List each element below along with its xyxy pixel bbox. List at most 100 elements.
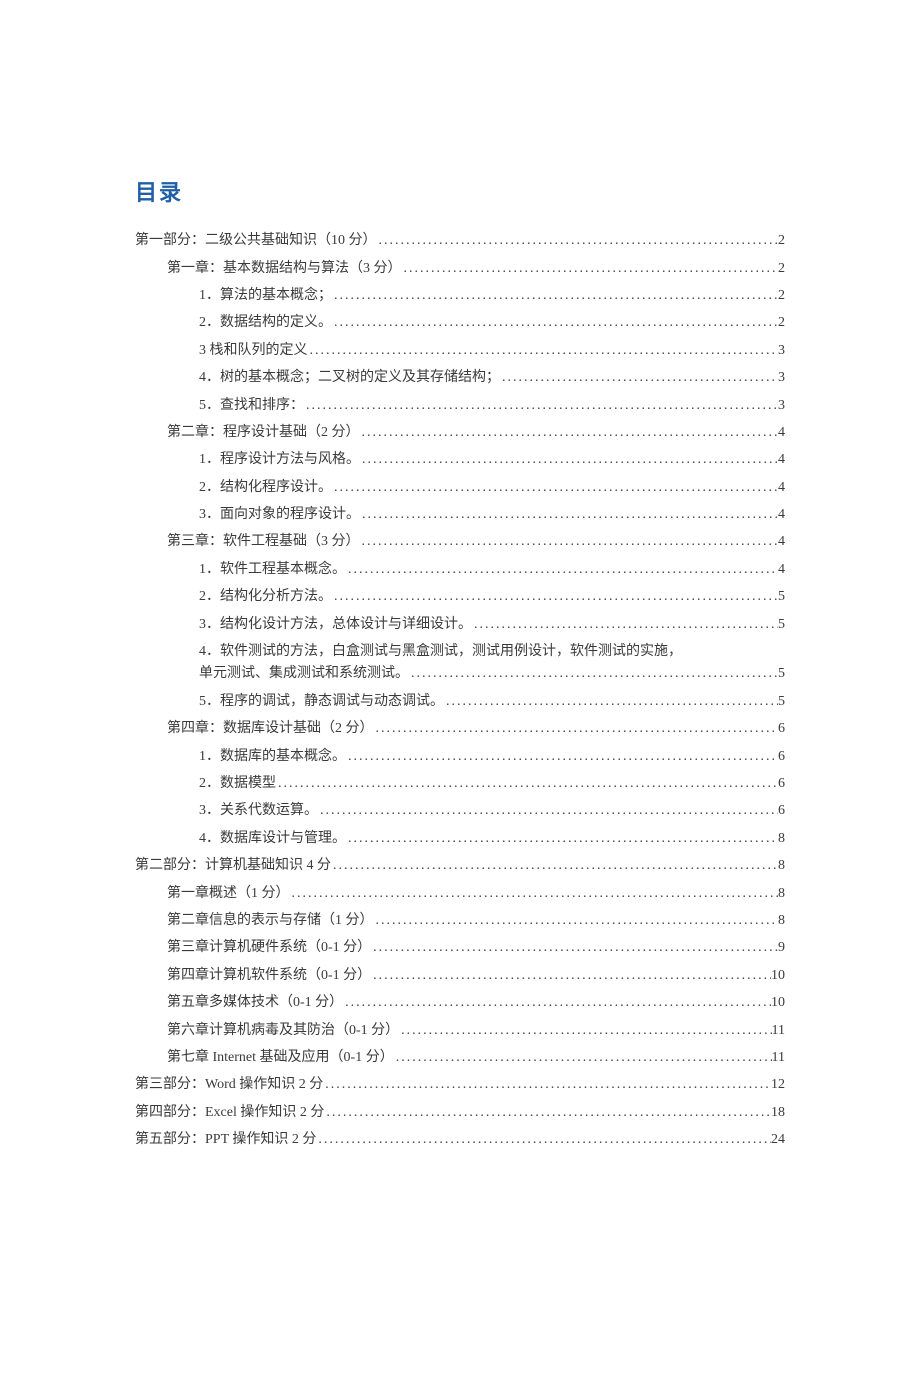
toc-entry: 2．结构化程序设计。4 bbox=[135, 477, 785, 499]
toc-entry: 第三部分：Word 操作知识 2 分12 bbox=[135, 1074, 785, 1096]
toc-entry: 3．关系代数运算。 6 bbox=[135, 800, 785, 822]
toc-label: 3 栈和队列的定义 bbox=[199, 340, 308, 362]
toc-entry: 3．结构化设计方法，总体设计与详细设计。 5 bbox=[135, 614, 785, 636]
toc-page-number: 24 bbox=[771, 1129, 785, 1151]
toc-label: 1．程序设计方法与风格。 bbox=[199, 449, 360, 471]
toc-leader-dots bbox=[318, 800, 778, 822]
toc-page-number: 6 bbox=[778, 800, 785, 822]
toc-label: 3．面向对象的程序设计。 bbox=[199, 504, 360, 526]
toc-leader-dots bbox=[346, 828, 778, 850]
toc-label: 第一章：基本数据结构与算法（3 分） bbox=[167, 258, 402, 280]
toc-entry: 5．查找和排序： 3 bbox=[135, 395, 785, 417]
toc-label: 第五章多媒体技术（0-1 分） bbox=[167, 992, 343, 1014]
toc-label: 第四部分：Excel 操作知识 2 分 bbox=[135, 1102, 324, 1124]
toc-page-number: 5 bbox=[778, 586, 785, 608]
toc-entry: 1．数据库的基本概念。6 bbox=[135, 746, 785, 768]
toc-label: 5．程序的调试，静态调试与动态调试。 bbox=[199, 691, 444, 713]
toc-page-number: 11 bbox=[772, 1020, 785, 1042]
toc-entry: 3．面向对象的程序设计。 4 bbox=[135, 504, 785, 526]
toc-leader-dots bbox=[371, 965, 771, 987]
toc-leader-dots bbox=[399, 1020, 771, 1042]
toc-leader-dots bbox=[276, 773, 778, 795]
toc-entry: 2．数据结构的定义。2 bbox=[135, 312, 785, 334]
toc-page-number: 18 bbox=[771, 1102, 785, 1124]
toc-leader-dots bbox=[308, 340, 779, 362]
toc-label: 第四章：数据库设计基础（2 分） bbox=[167, 718, 374, 740]
toc-label: 2．数据模型 bbox=[199, 773, 276, 795]
toc-entry: 第三章：软件工程基础（3 分）4 bbox=[135, 531, 785, 553]
toc-entry: 4．树的基本概念；二叉树的定义及其存储结构； 3 bbox=[135, 367, 785, 389]
toc-leader-dots bbox=[332, 586, 778, 608]
toc-leader-dots bbox=[360, 422, 779, 444]
toc-entry: 5．程序的调试，静态调试与动态调试。 5 bbox=[135, 691, 785, 713]
toc-label: 2．数据结构的定义。 bbox=[199, 312, 332, 334]
toc-leader-dots bbox=[332, 285, 778, 307]
toc-page-number: 5 bbox=[778, 691, 785, 713]
toc-entry: 第七章 Internet 基础及应用（0-1 分）11 bbox=[135, 1047, 785, 1069]
toc-leader-dots bbox=[331, 855, 778, 877]
toc-leader-dots bbox=[316, 1129, 771, 1151]
toc-leader-dots bbox=[332, 477, 778, 499]
toc-entry: 第四部分：Excel 操作知识 2 分 18 bbox=[135, 1102, 785, 1124]
toc-leader-dots bbox=[332, 312, 778, 334]
toc-label: 第一部分：二级公共基础知识（10 分） bbox=[135, 230, 377, 252]
toc-label: 第七章 Internet 基础及应用（0-1 分） bbox=[167, 1047, 394, 1069]
toc-leader-dots bbox=[360, 449, 778, 471]
toc-entry: 1．程序设计方法与风格。 4 bbox=[135, 449, 785, 471]
toc-entry: 3 栈和队列的定义 3 bbox=[135, 340, 785, 362]
table-of-contents: 第一部分：二级公共基础知识（10 分）2第一章：基本数据结构与算法（3 分）21… bbox=[135, 230, 785, 1151]
toc-page-number: 4 bbox=[778, 422, 785, 444]
toc-entry: 第二章信息的表示与存储（1 分）8 bbox=[135, 910, 785, 932]
toc-label: 2．结构化程序设计。 bbox=[199, 477, 332, 499]
toc-entry: 第三章计算机硬件系统（0-1 分） 9 bbox=[135, 937, 785, 959]
toc-page-number: 5 bbox=[778, 663, 785, 685]
toc-page-number: 4 bbox=[778, 531, 785, 553]
toc-leader-dots bbox=[360, 531, 779, 553]
toc-label: 第五部分：PPT 操作知识 2 分 bbox=[135, 1129, 316, 1151]
toc-entry: 第一章：基本数据结构与算法（3 分） 2 bbox=[135, 258, 785, 280]
toc-entry: 第二章：程序设计基础（2 分）4 bbox=[135, 422, 785, 444]
toc-leader-dots bbox=[472, 614, 778, 636]
toc-entry: 4．数据库设计与管理。 8 bbox=[135, 828, 785, 850]
toc-page-number: 12 bbox=[771, 1074, 785, 1096]
toc-label: 第三章计算机硬件系统（0-1 分） bbox=[167, 937, 371, 959]
toc-label: 5．查找和排序： bbox=[199, 395, 304, 417]
toc-page-number: 8 bbox=[778, 855, 785, 877]
toc-page-number: 2 bbox=[778, 285, 785, 307]
toc-page-number: 3 bbox=[778, 340, 785, 362]
toc-label: 第二部分：计算机基础知识 4 分 bbox=[135, 855, 331, 877]
toc-page-number: 10 bbox=[771, 965, 785, 987]
toc-page-number: 4 bbox=[778, 504, 785, 526]
toc-page-number: 8 bbox=[778, 883, 785, 905]
toc-page-number: 5 bbox=[778, 614, 785, 636]
toc-label: 4．树的基本概念；二叉树的定义及其存储结构； bbox=[199, 367, 500, 389]
toc-page-number: 4 bbox=[778, 449, 785, 471]
toc-leader-dots bbox=[324, 1102, 771, 1124]
toc-label: 第一章概述（1 分） bbox=[167, 883, 290, 905]
toc-label: 1．软件工程基本概念。 bbox=[199, 559, 346, 581]
toc-label: 2．结构化分析方法。 bbox=[199, 586, 332, 608]
toc-label: 1．算法的基本概念； bbox=[199, 285, 332, 307]
toc-page-number: 9 bbox=[778, 937, 785, 959]
toc-page-number: 6 bbox=[778, 718, 785, 740]
toc-leader-dots bbox=[360, 504, 778, 526]
toc-page-number: 3 bbox=[778, 395, 785, 417]
toc-entry: 第五章多媒体技术（0-1 分）10 bbox=[135, 992, 785, 1014]
toc-entry: 1．软件工程基本概念。4 bbox=[135, 559, 785, 581]
toc-entry: 第四章计算机软件系统（0-1 分） 10 bbox=[135, 965, 785, 987]
toc-page-number: 3 bbox=[778, 367, 785, 389]
toc-label: 3．关系代数运算。 bbox=[199, 800, 318, 822]
toc-label: 4．数据库设计与管理。 bbox=[199, 828, 346, 850]
toc-leader-dots bbox=[409, 663, 778, 685]
toc-label: 第四章计算机软件系统（0-1 分） bbox=[167, 965, 371, 987]
toc-entry: 第四章：数据库设计基础（2 分） 6 bbox=[135, 718, 785, 740]
toc-page-number: 6 bbox=[778, 746, 785, 768]
toc-page-number: 2 bbox=[778, 258, 785, 280]
toc-leader-dots bbox=[346, 559, 778, 581]
toc-page-number: 8 bbox=[778, 828, 785, 850]
toc-leader-dots bbox=[304, 395, 778, 417]
toc-leader-dots bbox=[343, 992, 771, 1014]
toc-label: 第二章信息的表示与存储（1 分） bbox=[167, 910, 374, 932]
toc-label: 3．结构化设计方法，总体设计与详细设计。 bbox=[199, 614, 472, 636]
toc-entry: 1．算法的基本概念； 2 bbox=[135, 285, 785, 307]
